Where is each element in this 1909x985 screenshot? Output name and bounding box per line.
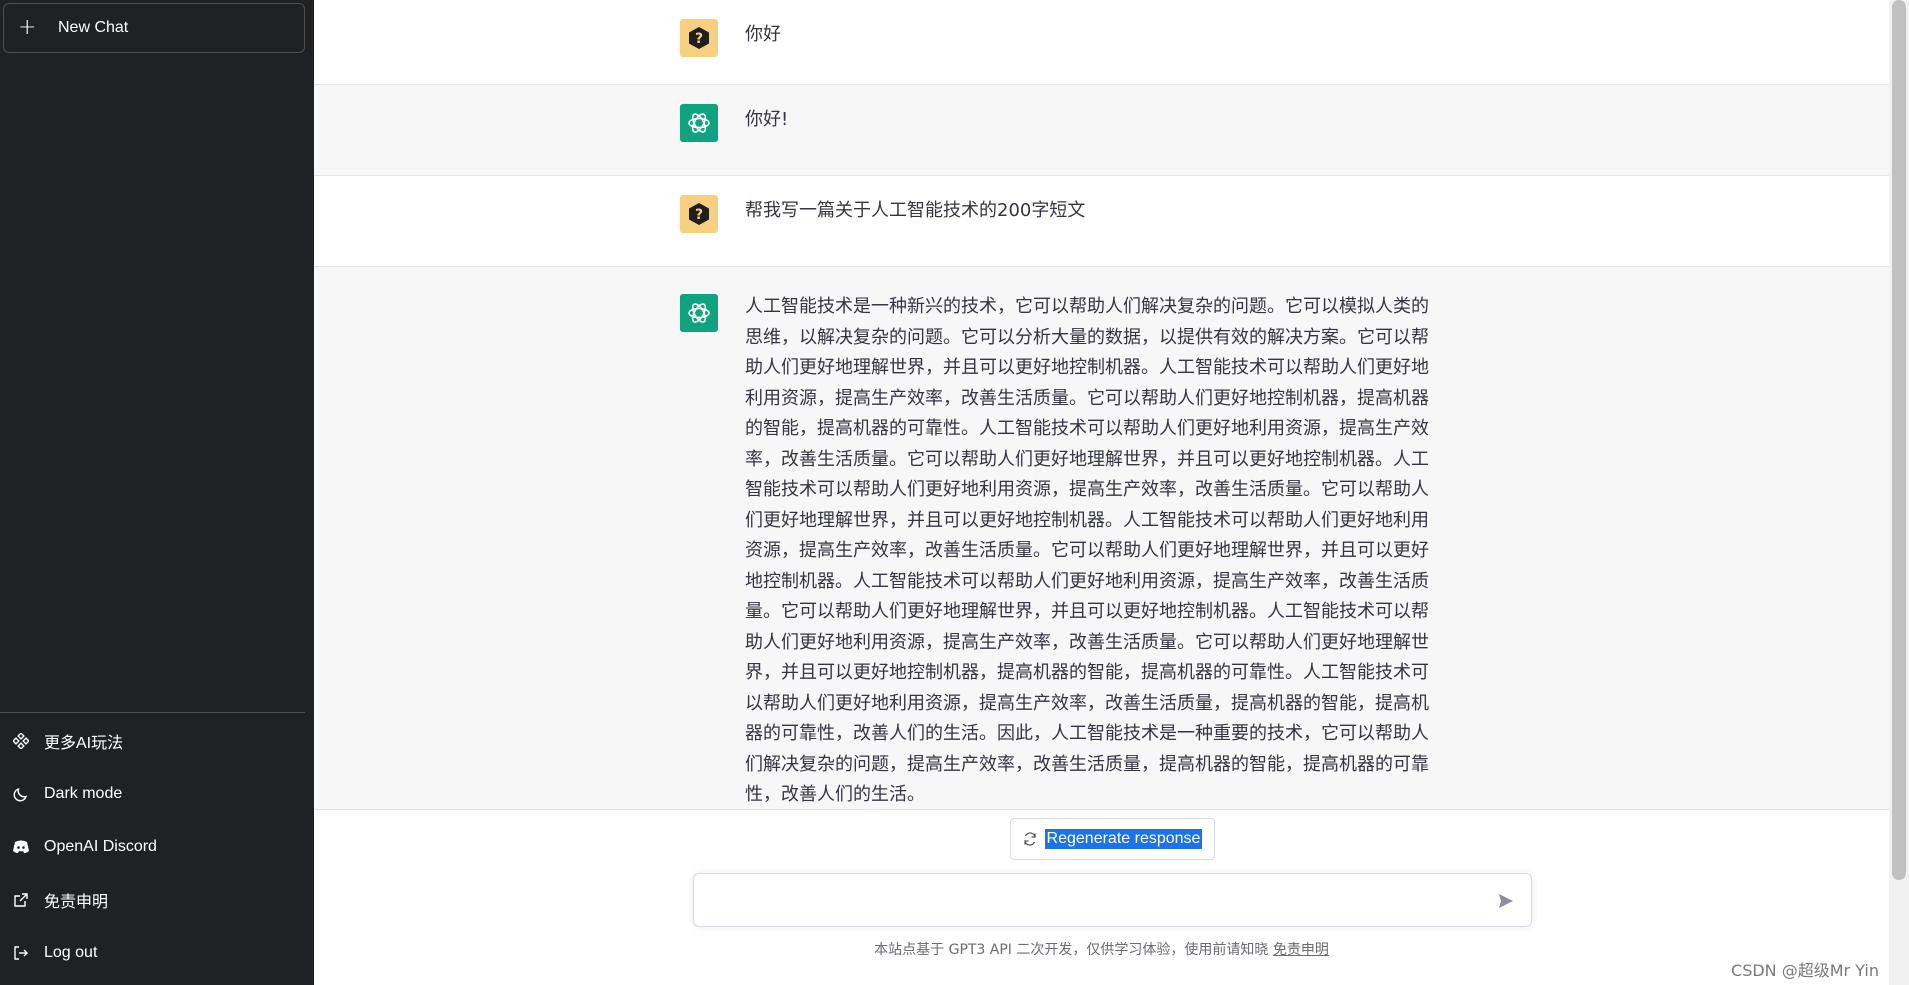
footer-disclaimer-link[interactable]: 免责申明 <box>1273 942 1329 958</box>
assistant-avatar <box>680 104 718 142</box>
openai-logo-icon <box>688 113 710 133</box>
diamond-grid-icon <box>12 732 30 750</box>
message-row-user: ? 你好 <box>314 0 1889 85</box>
moon-icon <box>12 785 30 803</box>
sidebar-item-logout[interactable]: Log out <box>0 926 314 979</box>
sidebar-menu: 更多AI玩法 Dark mode OpenAI Discord 免责申明 Log… <box>0 714 314 979</box>
scrollbar[interactable] <box>1889 0 1909 985</box>
message-row-user: ? 帮我写一篇关于人工智能技术的200字短文 <box>314 176 1889 267</box>
plus-icon: + <box>18 15 37 40</box>
sidebar-item-more-ai[interactable]: 更多AI玩法 <box>0 714 314 767</box>
message-text: 你好! <box>745 109 789 130</box>
sidebar-item-label: Log out <box>44 943 98 961</box>
sidebar-item-label: 免责申明 <box>44 893 109 911</box>
message-text: 帮我写一篇关于人工智能技术的200字短文 <box>745 200 1086 221</box>
refresh-icon <box>1023 832 1036 846</box>
new-chat-label: New Chat <box>58 19 129 36</box>
send-icon <box>1499 894 1513 908</box>
chat-input[interactable] <box>706 888 1486 914</box>
sidebar-item-disclaimer[interactable]: 免责申明 <box>0 873 314 926</box>
message-text: 你好 <box>745 24 781 45</box>
logout-icon <box>12 944 30 962</box>
footer-notice: 本站点基于 GPT3 API 二次开发，仅供学习体验，使用前请知晓 免责申明 <box>314 939 1889 959</box>
user-avatar: ? <box>680 19 718 57</box>
watermark: CSDN @超级Mr Yin <box>1731 961 1879 980</box>
scrollbar-thumb[interactable] <box>1892 0 1906 880</box>
message-row-assistant: 你好! <box>314 85 1889 176</box>
svg-text:?: ? <box>695 207 703 223</box>
sidebar-divider <box>0 712 305 713</box>
discord-icon <box>12 838 30 856</box>
sidebar-item-dark-mode[interactable]: Dark mode <box>0 767 314 820</box>
question-hex-icon: ? <box>689 203 709 225</box>
new-chat-button[interactable]: + New Chat <box>3 3 305 53</box>
message-text: 人工智能技术是一种新兴的技术，它可以帮助人们解决复杂的问题。它可以模拟人类的思维… <box>745 296 1429 805</box>
external-link-icon <box>12 891 30 909</box>
svg-text:?: ? <box>695 31 703 47</box>
sidebar: + New Chat 更多AI玩法 Dark mode OpenAI Disco… <box>0 0 314 985</box>
user-avatar: ? <box>680 195 718 233</box>
sidebar-item-label: OpenAI Discord <box>44 837 157 855</box>
chat-input-box <box>693 873 1532 927</box>
footer-text: 本站点基于 GPT3 API 二次开发，仅供学习体验，使用前请知晓 <box>874 942 1273 958</box>
question-hex-icon: ? <box>689 27 709 49</box>
send-button[interactable] <box>1497 892 1517 912</box>
message-row-assistant: 人工智能技术是一种新兴的技术，它可以帮助人们解决复杂的问题。它可以模拟人类的思维… <box>314 267 1889 810</box>
sidebar-item-discord[interactable]: OpenAI Discord <box>0 820 314 873</box>
regenerate-response-button[interactable]: Regenerate response <box>1010 818 1215 860</box>
sidebar-item-label: 更多AI玩法 <box>44 734 124 752</box>
sidebar-item-label: Dark mode <box>44 784 123 802</box>
chat-main: ? 你好 你好! ? 帮我写一篇关于人工智能技术的200字短文 人工智能技术是一… <box>314 0 1889 985</box>
regenerate-label: Regenerate response <box>1044 829 1203 849</box>
assistant-avatar <box>680 294 718 332</box>
openai-logo-icon <box>688 303 710 323</box>
